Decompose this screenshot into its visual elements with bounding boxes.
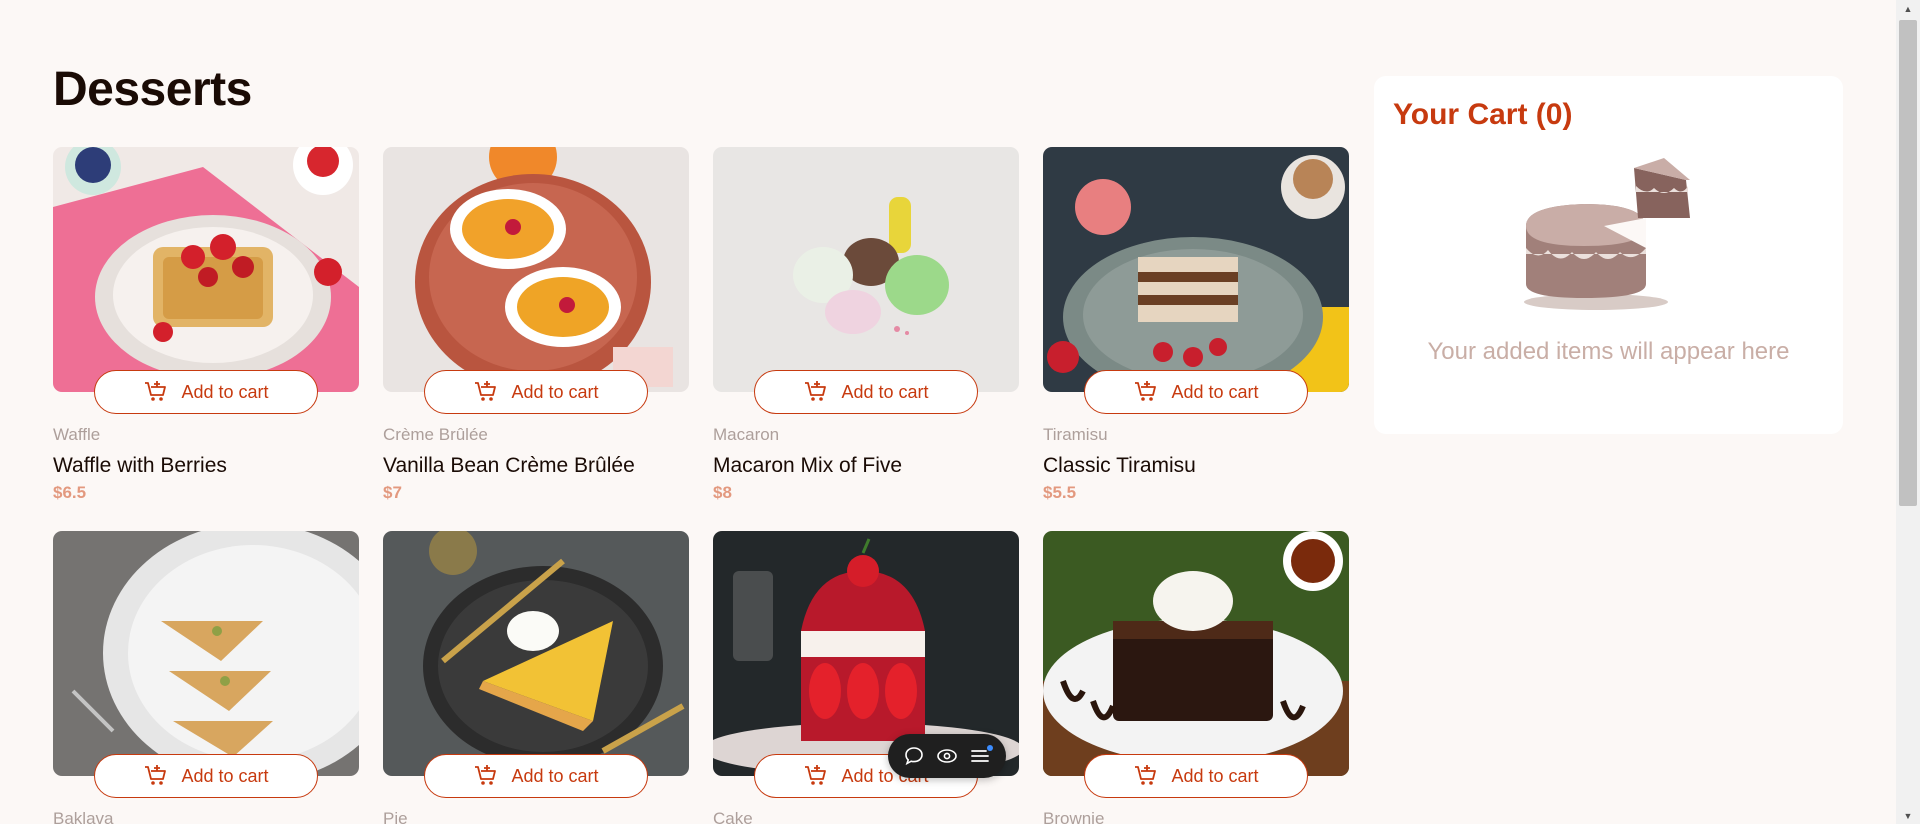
product-photo-tiramisu — [1043, 147, 1349, 392]
product-photo-creme-brulee — [383, 147, 689, 392]
product-card: Add to cart Tiramisu Classic Tiramisu $5… — [1043, 147, 1349, 502]
scroll-down-arrow-icon[interactable]: ▼ — [1896, 807, 1920, 824]
product-category: Pie — [383, 809, 408, 824]
product-card: Add to cart Waffle Waffle with Berries $… — [53, 147, 359, 502]
product-category: Waffle — [53, 425, 101, 444]
add-to-cart-label: Add to cart — [841, 381, 929, 402]
product-card: Add to cart Brownie — [1043, 531, 1349, 824]
product-photo-baklava — [53, 531, 359, 776]
add-to-cart-label: Add to cart — [1171, 381, 1259, 402]
add-to-cart-icon — [475, 381, 497, 401]
add-to-cart-button[interactable]: Add to cart — [94, 370, 318, 414]
add-to-cart-icon — [805, 381, 827, 401]
scrollbar[interactable]: ▲ ▼ — [1896, 0, 1920, 824]
eye-icon[interactable] — [936, 745, 958, 767]
product-photo-pie — [383, 531, 689, 776]
chat-bubble-icon[interactable] — [903, 745, 925, 767]
scroll-up-arrow-icon[interactable]: ▲ — [1896, 0, 1920, 17]
product-photo-macaron — [713, 147, 1019, 392]
add-to-cart-label: Add to cart — [181, 765, 269, 786]
product-category: Crème Brûlée — [383, 425, 488, 444]
product-price: $6.5 — [53, 483, 87, 502]
add-to-cart-label: Add to cart — [511, 765, 599, 786]
add-to-cart-icon — [805, 765, 827, 785]
cart-panel: Your Cart (0) Your added items will appe… — [1374, 76, 1843, 434]
page-title: Desserts — [53, 63, 252, 116]
product-photo-brownie — [1043, 531, 1349, 776]
product-category: Brownie — [1043, 809, 1105, 824]
floating-toolbar — [888, 734, 1006, 778]
product-card: Add to cart Pie — [383, 531, 689, 824]
product-category: Baklava — [53, 809, 114, 824]
product-name: Macaron Mix of Five — [713, 454, 903, 477]
add-to-cart-button[interactable]: Add to cart — [754, 370, 978, 414]
add-to-cart-icon — [1135, 765, 1157, 785]
scrollbar-thumb[interactable] — [1899, 20, 1917, 506]
product-name: Vanilla Bean Crème Brûlée — [383, 454, 635, 477]
product-card: Add to cart Crème Brûlée Vanilla Bean Cr… — [383, 147, 689, 502]
cart-title: Your Cart (0) — [1393, 98, 1573, 131]
product-photo-waffle — [53, 147, 359, 392]
cart-empty-message: Your added items will appear here — [1427, 338, 1790, 365]
product-price: $8 — [713, 483, 732, 502]
add-to-cart-button[interactable]: Add to cart — [1084, 370, 1308, 414]
add-to-cart-icon — [1135, 381, 1157, 401]
add-to-cart-button[interactable]: Add to cart — [94, 754, 318, 798]
add-to-cart-label: Add to cart — [511, 381, 599, 402]
desserts-page: Desserts Add to cart Waffle Waffle with … — [53, 0, 1843, 824]
product-name: Classic Tiramisu — [1043, 454, 1196, 477]
add-to-cart-button[interactable]: Add to cart — [1084, 754, 1308, 798]
empty-cake-illustration — [1524, 158, 1690, 310]
add-to-cart-icon — [145, 765, 167, 785]
product-price: $5.5 — [1043, 483, 1077, 502]
product-card: Add to cart Baklava — [53, 531, 359, 824]
add-to-cart-label: Add to cart — [1171, 765, 1259, 786]
add-to-cart-icon — [145, 381, 167, 401]
product-price: $7 — [383, 483, 402, 502]
add-to-cart-button[interactable]: Add to cart — [424, 370, 648, 414]
menu-lines-icon[interactable] — [969, 745, 993, 767]
product-card: Add to cart Macaron Macaron Mix of Five … — [713, 147, 1019, 502]
add-to-cart-button[interactable]: Add to cart — [424, 754, 648, 798]
add-to-cart-label: Add to cart — [181, 381, 269, 402]
product-category: Tiramisu — [1043, 425, 1108, 444]
product-name: Waffle with Berries — [53, 454, 227, 477]
product-category: Cake — [713, 809, 753, 824]
product-category: Macaron — [713, 425, 780, 444]
notification-dot — [986, 745, 993, 751]
add-to-cart-icon — [475, 765, 497, 785]
